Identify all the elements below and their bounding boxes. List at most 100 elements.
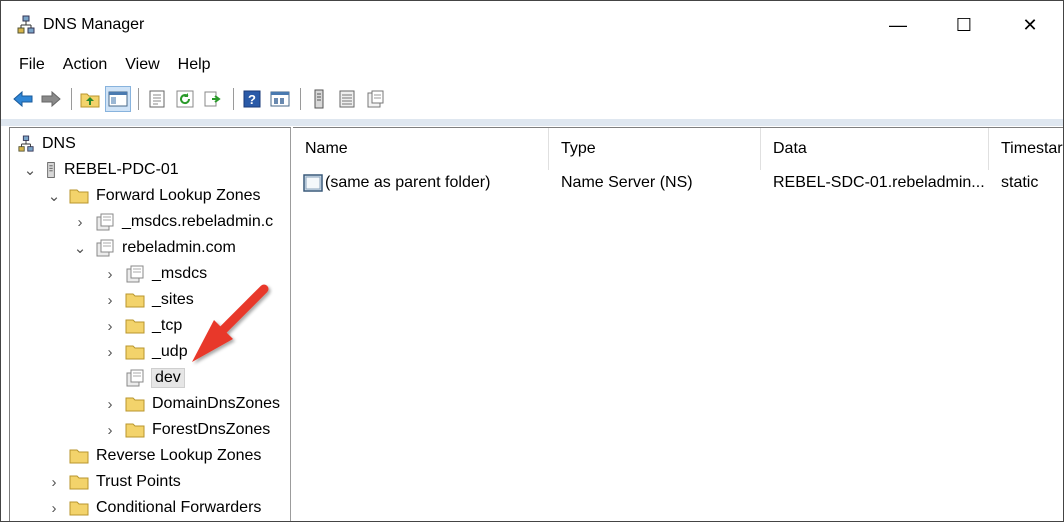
folder-icon bbox=[68, 498, 90, 518]
tree-item-forward-lookup-zones[interactable]: ⌄ Forward Lookup Zones bbox=[46, 184, 261, 208]
folder-icon bbox=[68, 186, 90, 206]
list-row[interactable]: (same as parent folder) Name Server (NS)… bbox=[293, 170, 1063, 196]
tree-item-domaindnszones[interactable]: › DomainDnsZones bbox=[102, 392, 281, 416]
tree-item-dns[interactable]: DNS bbox=[18, 132, 76, 156]
tree-item-server[interactable]: ⌄ REBEL-PDC-01 bbox=[22, 158, 179, 182]
back-arrow-icon[interactable] bbox=[11, 87, 35, 111]
menu-help[interactable]: Help bbox=[169, 56, 220, 74]
tree-item-reverse-lookup-zones[interactable]: Reverse Lookup Zones bbox=[68, 444, 261, 468]
column-header-type[interactable]: Type bbox=[549, 128, 761, 170]
chevron-down-icon[interactable]: ⌄ bbox=[72, 239, 88, 257]
tree-label: REBEL-PDC-01 bbox=[64, 161, 179, 178]
column-header-timestamp[interactable]: Timestar bbox=[989, 128, 1063, 170]
up-folder-icon[interactable] bbox=[78, 87, 102, 111]
tree-item-forestdnszones[interactable]: › ForestDnsZones bbox=[102, 418, 271, 442]
tree-item-msdcs-zone[interactable]: › _msdcs.rebeladmin.c bbox=[72, 210, 273, 234]
close-button[interactable]: ✕ bbox=[997, 1, 1063, 49]
cell-name: (same as parent folder) bbox=[293, 170, 549, 196]
column-headers: Name Type Data Timestar bbox=[293, 128, 1063, 170]
details-view-icon[interactable] bbox=[268, 87, 292, 111]
forward-arrow-icon[interactable] bbox=[39, 87, 63, 111]
maximize-button[interactable]: ☐ bbox=[931, 1, 997, 49]
title-bar[interactable]: DNS Manager — ☐ ✕ bbox=[1, 1, 1063, 49]
tree-label: Forward Lookup Zones bbox=[96, 187, 261, 204]
chevron-right-icon[interactable]: › bbox=[102, 292, 118, 309]
folder-icon bbox=[68, 472, 90, 492]
minimize-button[interactable]: — bbox=[865, 1, 931, 49]
tree-item-sites[interactable]: › _sites bbox=[102, 288, 194, 312]
zone-icon bbox=[124, 264, 146, 284]
server-icon[interactable] bbox=[307, 87, 331, 111]
tree-label: _udp bbox=[152, 343, 188, 360]
properties-icon[interactable] bbox=[145, 87, 169, 111]
toolbar-separator bbox=[71, 88, 72, 110]
folder-icon bbox=[124, 394, 146, 414]
tree-label: _sites bbox=[152, 291, 194, 308]
dns-manager-icon bbox=[15, 14, 37, 36]
chevron-down-icon[interactable]: ⌄ bbox=[22, 161, 38, 179]
tree-label: dev bbox=[151, 368, 185, 388]
export-list-icon[interactable] bbox=[201, 87, 225, 111]
tree-label: DomainDnsZones bbox=[152, 395, 281, 412]
folder-icon bbox=[124, 290, 146, 310]
chevron-right-icon[interactable]: › bbox=[72, 214, 88, 231]
folder-icon bbox=[124, 316, 146, 336]
tree-label: ForestDnsZones bbox=[152, 421, 271, 438]
toolbar: ? bbox=[1, 83, 1063, 115]
tree-label: _msdcs.rebeladmin.c bbox=[122, 213, 274, 230]
zone-list-icon[interactable] bbox=[335, 87, 359, 111]
tree-item-conditional-forwarders[interactable]: › Conditional Forwarders bbox=[46, 496, 262, 520]
tree-label: Reverse Lookup Zones bbox=[96, 447, 262, 464]
record-icon bbox=[303, 174, 323, 192]
folder-icon bbox=[124, 420, 146, 440]
refresh-icon[interactable] bbox=[173, 87, 197, 111]
tree-item-tcp[interactable]: › _tcp bbox=[102, 314, 183, 338]
cell-type: Name Server (NS) bbox=[561, 174, 693, 191]
zone-icon bbox=[94, 212, 116, 232]
pane-header-strip bbox=[1, 119, 1063, 126]
column-header-data[interactable]: Data bbox=[761, 128, 989, 170]
tree-item-udp[interactable]: › _udp bbox=[102, 340, 188, 364]
console-tree-icon[interactable] bbox=[105, 86, 131, 112]
toolbar-separator bbox=[300, 88, 301, 110]
folder-icon bbox=[124, 342, 146, 362]
console-tree: DNS ⌄ REBEL-PDC-01 ⌄ Forward Lookup Zone… bbox=[9, 127, 291, 521]
cell-data: REBEL-SDC-01.rebeladmin... bbox=[773, 174, 985, 191]
tree-label: _tcp bbox=[152, 317, 183, 334]
dns-icon bbox=[18, 134, 34, 154]
chevron-right-icon[interactable]: › bbox=[102, 344, 118, 361]
details-list: Name Type Data Timestar (same as parent … bbox=[293, 127, 1063, 521]
tree-item-trust-points[interactable]: › Trust Points bbox=[46, 470, 181, 494]
zone-icon bbox=[94, 238, 116, 258]
menu-action[interactable]: Action bbox=[54, 56, 116, 74]
chevron-right-icon[interactable]: › bbox=[46, 474, 62, 491]
chevron-right-icon[interactable]: › bbox=[102, 318, 118, 335]
menu-file[interactable]: File bbox=[1, 56, 54, 74]
help-icon[interactable]: ? bbox=[240, 87, 264, 111]
chevron-right-icon[interactable]: › bbox=[102, 266, 118, 283]
tree-label: rebeladmin.com bbox=[122, 239, 236, 256]
svg-text:?: ? bbox=[248, 92, 256, 107]
dns-manager-window: DNS Manager — ☐ ✕ File Action View Help … bbox=[0, 0, 1064, 522]
zone-details-icon[interactable] bbox=[363, 87, 387, 111]
column-header-name[interactable]: Name bbox=[293, 128, 549, 170]
record-name: (same as parent folder) bbox=[325, 174, 491, 191]
menu-view[interactable]: View bbox=[116, 56, 168, 74]
tree-item-rebeladmin-zone[interactable]: ⌄ rebeladmin.com bbox=[72, 236, 236, 260]
chevron-down-icon[interactable]: ⌄ bbox=[46, 187, 62, 205]
tree-label: DNS bbox=[42, 135, 76, 152]
server-icon bbox=[44, 160, 58, 180]
zone-icon bbox=[124, 368, 146, 388]
toolbar-separator bbox=[138, 88, 139, 110]
tree-item-msdcs[interactable]: › _msdcs bbox=[102, 262, 207, 286]
tree-item-dev[interactable]: dev bbox=[124, 366, 185, 390]
menu-bar: File Action View Help bbox=[1, 51, 1063, 79]
toolbar-separator bbox=[233, 88, 234, 110]
chevron-right-icon[interactable]: › bbox=[102, 396, 118, 413]
chevron-right-icon[interactable]: › bbox=[102, 422, 118, 439]
folder-icon bbox=[68, 446, 90, 466]
tree-label: Conditional Forwarders bbox=[96, 499, 262, 516]
tree-label: Trust Points bbox=[96, 473, 181, 490]
chevron-right-icon[interactable]: › bbox=[46, 500, 62, 517]
tree-label: _msdcs bbox=[152, 265, 208, 282]
